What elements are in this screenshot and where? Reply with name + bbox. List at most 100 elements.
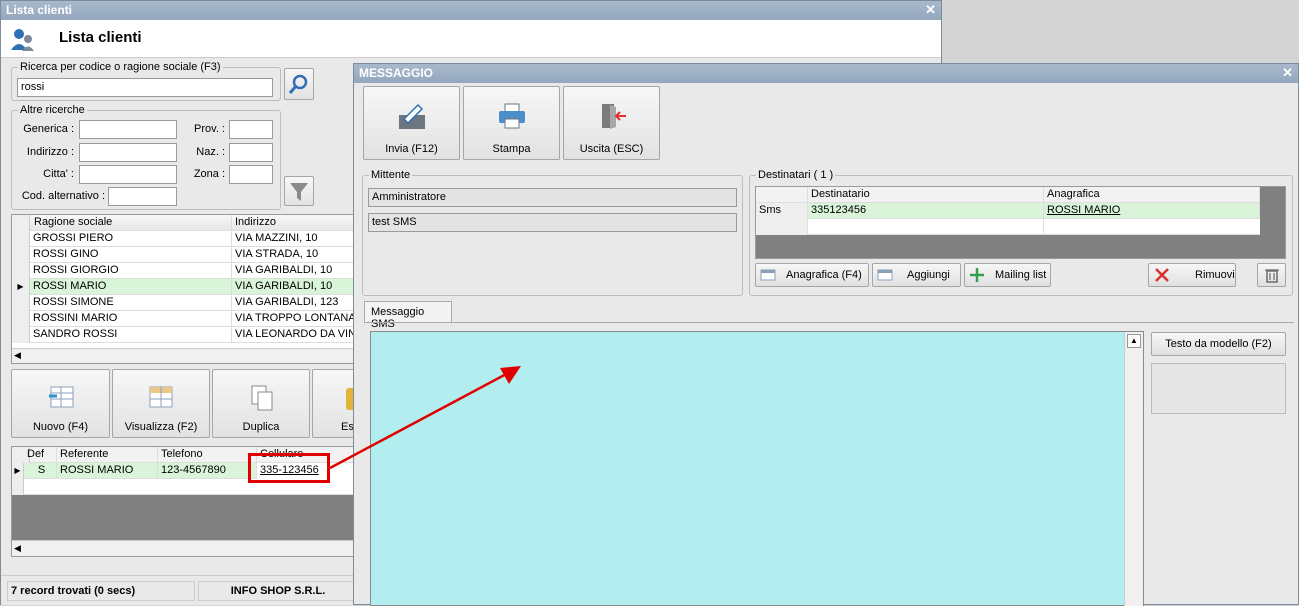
customers-grid-header: Ragione sociale Indirizzo — [12, 215, 355, 231]
table-row[interactable]: ROSSI GINO VIA STRADA, 10 — [12, 247, 355, 263]
row-indicator — [12, 295, 30, 311]
view-record-icon — [149, 386, 173, 408]
scroll-up-icon[interactable]: ▲ — [1127, 334, 1141, 348]
table-row[interactable]: ROSSINI MARIO VIA TROPPO LONTANA ... — [12, 311, 355, 327]
filter-icon — [290, 183, 308, 201]
visualizza-label: Visualizza (F2) — [124, 421, 198, 433]
search-button[interactable] — [284, 68, 314, 100]
col-destinatario[interactable]: Destinatario — [808, 187, 1044, 203]
citta-label: Citta' : — [43, 168, 74, 180]
prov-field[interactable] — [229, 120, 273, 139]
naz-label: Naz. : — [196, 146, 225, 158]
cell-address: VIA GARIBALDI, 10 — [232, 279, 355, 295]
altre-ricerche-label: Altre ricerche — [18, 104, 87, 116]
rimuovi-button[interactable]: Rimuovi — [1148, 263, 1236, 287]
subject-field[interactable]: test SMS — [368, 213, 737, 232]
cell-address: VIA MAZZINI, 10 — [232, 231, 355, 247]
mailing-list-button[interactable]: Mailing list — [964, 263, 1051, 287]
col-indirizzo[interactable]: Indirizzo — [232, 215, 355, 231]
lista-title-bar: Lista clienti ✕ — [1, 1, 941, 20]
duplica-button[interactable]: Duplica — [212, 369, 310, 438]
horizontal-scrollbar[interactable]: ◀ — [12, 348, 355, 363]
nuovo-button[interactable]: Nuovo (F4) — [11, 369, 110, 438]
invia-button[interactable]: Invia (F12) — [363, 86, 460, 160]
anagrafica-link[interactable]: ROSSI MARIO — [1044, 203, 1260, 219]
duplicate-icon — [251, 385, 273, 411]
mailing-list-button-label: Mailing list — [995, 269, 1047, 281]
cell-destinatario — [808, 219, 1044, 235]
row-indicator — [12, 327, 30, 343]
scroll-left-icon[interactable]: ◀ — [14, 543, 21, 554]
message-text-area[interactable] — [370, 331, 1144, 606]
table-row-selected[interactable]: ▶ ROSSI MARIO VIA GARIBALDI, 10 — [12, 279, 355, 295]
printer-icon — [498, 103, 525, 129]
cell-destinatario: 335123456 — [808, 203, 1044, 219]
aggiungi-button[interactable]: Aggiungi — [872, 263, 961, 287]
destinatari-label: Destinatari ( 1 ) — [756, 169, 836, 181]
table-row[interactable]: GROSSI PIERO VIA MAZZINI, 10 — [12, 231, 355, 247]
zona-label: Zona : — [193, 168, 225, 180]
uscita-button[interactable]: Uscita (ESC) — [563, 86, 660, 160]
trash-icon — [1265, 269, 1279, 283]
naz-field[interactable] — [229, 143, 273, 162]
row-indicator — [12, 263, 30, 279]
current-row-arrow-icon: ▶ — [12, 279, 30, 295]
visualizza-button[interactable]: Visualizza (F2) — [112, 369, 210, 438]
trash-button[interactable] — [1257, 263, 1286, 287]
messaggio-window: MESSAGGIO ✕ Invia (F12) Stampa Uscita (E… — [353, 63, 1299, 606]
vertical-scrollbar[interactable]: ▲ — [1124, 332, 1143, 606]
table-row-selected[interactable]: Sms 335123456 ROSSI MARIO — [756, 203, 1260, 219]
col-referente[interactable]: Referente — [57, 447, 158, 463]
cell-address: VIA LEONARDO DA VIN... — [232, 327, 355, 343]
col-telefono[interactable]: Telefono — [158, 447, 257, 463]
page-title: Lista clienti — [59, 29, 142, 46]
col-def[interactable]: Def — [24, 447, 57, 463]
cod-alternativo-field[interactable] — [108, 187, 177, 206]
destinatari-grid: Destinatario Anagrafica Sms 335123456 RO… — [755, 186, 1286, 259]
lista-header-bar: Lista clienti — [1, 20, 941, 58]
invia-label: Invia (F12) — [385, 143, 438, 155]
generica-field[interactable] — [79, 120, 177, 139]
prov-label: Prov. : — [194, 123, 225, 135]
filter-button[interactable] — [284, 176, 314, 206]
zona-field[interactable] — [229, 165, 273, 184]
scroll-left-icon[interactable]: ◀ — [14, 350, 21, 361]
table-row[interactable]: ROSSI SIMONE VIA GARIBALDI, 123 — [12, 295, 355, 311]
card-add-icon — [877, 269, 893, 281]
table-row-empty[interactable] — [756, 219, 1260, 235]
table-row[interactable]: SANDRO ROSSI VIA LEONARDO DA VIN... — [12, 327, 355, 343]
rimuovi-button-label: Rimuovi — [1195, 269, 1235, 281]
search-input[interactable]: rossi — [17, 78, 273, 97]
tab-messaggio-sms[interactable]: Messaggio SMS — [364, 301, 452, 330]
nuovo-label: Nuovo (F4) — [32, 421, 89, 433]
tab-divider — [364, 322, 1294, 323]
horizontal-scrollbar[interactable]: ◀ — [12, 540, 355, 556]
row-indicator — [12, 311, 30, 327]
row-indicator — [12, 231, 30, 247]
testo-da-modello-button[interactable]: Testo da modello (F2) — [1151, 332, 1286, 356]
citta-field[interactable] — [79, 165, 177, 184]
cell-address: VIA GARIBALDI, 10 — [232, 263, 355, 279]
cell-referente: ROSSI MARIO — [57, 463, 158, 479]
anagrafica-button[interactable]: Anagrafica (F4) — [755, 263, 869, 287]
cell-name: ROSSI MARIO — [30, 279, 232, 295]
col-type — [756, 187, 808, 203]
table-row[interactable]: ROSSI GIORGIO VIA GARIBALDI, 10 — [12, 263, 355, 279]
destinatari-grid-header: Destinatario Anagrafica — [756, 187, 1260, 203]
mittente-field[interactable]: Amministratore — [368, 188, 737, 207]
cell-def: S — [24, 463, 57, 479]
stampa-button[interactable]: Stampa — [463, 86, 560, 160]
aggiungi-button-label: Aggiungi — [907, 269, 950, 281]
col-ragione-sociale[interactable]: Ragione sociale — [30, 215, 232, 231]
close-icon[interactable]: ✕ — [925, 2, 936, 18]
row-indicator — [12, 479, 24, 495]
current-row-arrow-icon: ▶ — [12, 463, 24, 479]
col-anagrafica[interactable]: Anagrafica — [1044, 187, 1260, 203]
indirizzo-field[interactable] — [79, 143, 177, 162]
mittente-label: Mittente — [369, 169, 413, 181]
search-group-label: Ricerca per codice o ragione sociale (F3… — [18, 61, 223, 73]
close-icon[interactable]: ✕ — [1282, 65, 1293, 81]
status-text: 7 record trovati (0 secs) — [7, 581, 195, 601]
generica-label: Generica : — [23, 123, 74, 135]
esporta-button[interactable]: Es — [312, 369, 356, 438]
